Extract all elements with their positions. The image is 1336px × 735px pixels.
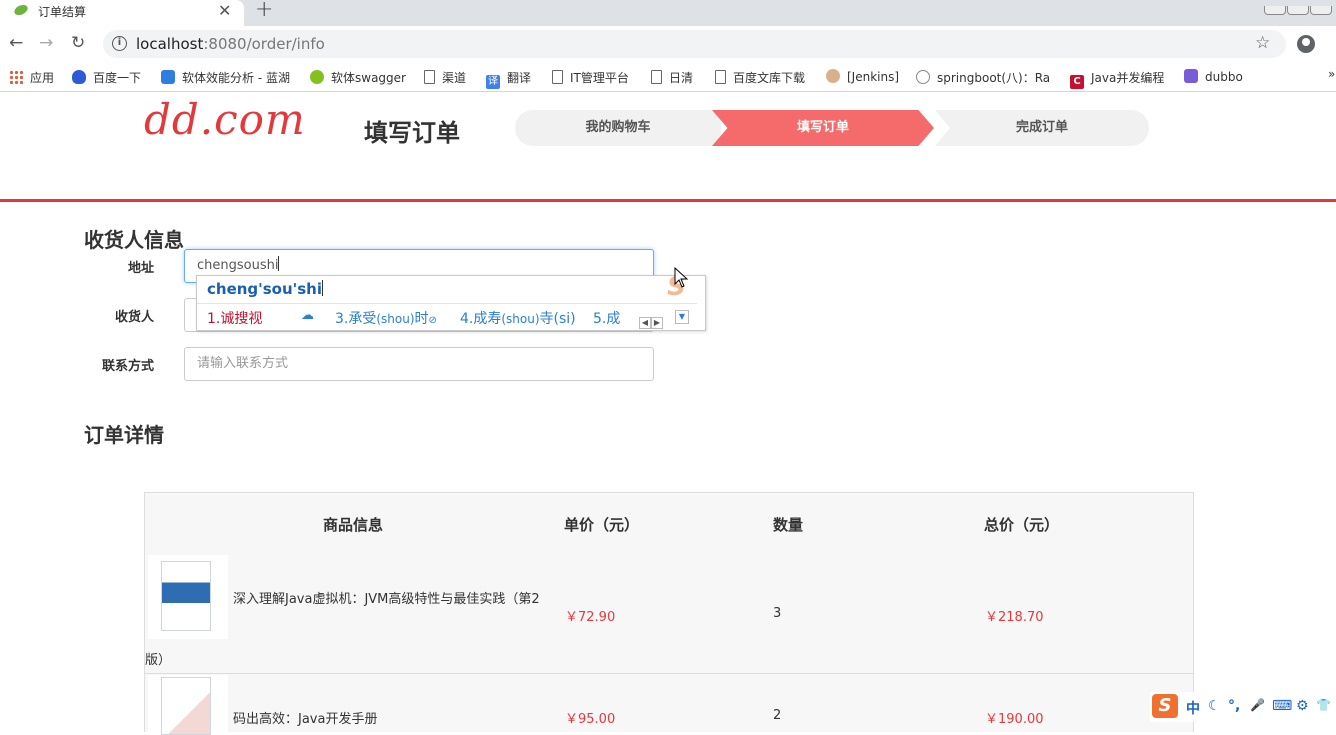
jenkins-icon (826, 69, 840, 83)
col-header-total: 总价（元） (984, 516, 1060, 534)
punctuation-icon[interactable]: °, (1228, 698, 1240, 714)
col-header-product: 商品信息 (323, 516, 384, 534)
ime-expand-icon[interactable]: ▼ (675, 310, 689, 324)
bookmark-it-platform[interactable]: IT管理平台 (552, 69, 629, 86)
bookmark-jenkins[interactable]: [Jenkins] (826, 69, 899, 84)
unit-price: ￥95.00 (565, 712, 616, 727)
keyboard-icon[interactable]: ⌨ (1272, 698, 1292, 714)
moon-icon[interactable]: ☾ (1208, 698, 1221, 714)
bookmark-swagger[interactable]: 软体swagger (310, 69, 406, 86)
quantity: 3 (773, 606, 782, 621)
microphone-icon[interactable]: 🎤 (1250, 698, 1265, 712)
browser-tab[interactable]: 订单结算 ✕ (0, 0, 244, 26)
address-label: 地址 (127, 261, 154, 276)
reload-icon[interactable]: ↻ (71, 33, 85, 53)
checkout-page: dd.com 填写订单 我的购物车 完成订单 填写订单 收货人信息 地址 che… (0, 93, 1336, 735)
receiver-section-title: 收货人信息 (84, 228, 184, 252)
mouse-cursor-icon (674, 267, 689, 288)
apps-grid-icon (9, 70, 23, 84)
new-tab-button[interactable]: + (255, 0, 273, 22)
springboot-icon (916, 70, 930, 84)
spring-leaf-icon (14, 4, 28, 16)
ime-mode-chinese[interactable]: 中 (1186, 698, 1200, 718)
cloud-icon[interactable]: ☁ (301, 308, 314, 323)
quantity: 2 (773, 708, 782, 723)
product-name-wrap: 版） (145, 653, 172, 668)
bookmark-riqing[interactable]: 日清 (651, 69, 693, 86)
baidu-paw-icon (72, 70, 86, 84)
ime-candidate[interactable]: 3.承受(shou)时⊘ (335, 308, 437, 328)
step-fill-order: 填写订单 (712, 110, 934, 146)
product-name[interactable]: 深入理解Java虚拟机：JVM高级特性与最佳实践（第2 (233, 588, 540, 607)
address-bar[interactable]: i localhost:8080/order/info ☆ (103, 30, 1286, 58)
url-text[interactable]: localhost:8080/order/info (136, 35, 325, 53)
next-page-icon: ▶ (651, 317, 663, 329)
ime-pinyin: cheng'sou'shi (207, 280, 324, 298)
settings-icon[interactable]: ⚙ (1296, 698, 1309, 714)
bookmark-java-concurrency[interactable]: C Java并发编程 (1070, 69, 1164, 89)
line-total: ￥218.70 (985, 610, 1044, 625)
site-info-icon[interactable]: i (112, 36, 127, 51)
browser-tabstrip: 订单结算 ✕ + (0, 0, 1336, 26)
bookmark-translate[interactable]: 译翻译 (486, 69, 531, 89)
ime-status-bar: S 中 ☾ °, 🎤 ⌨ ⚙ 👕 (1150, 692, 1336, 722)
bookmark-channel[interactable]: 渠道 (424, 69, 466, 86)
tab-close-icon[interactable]: ✕ (218, 1, 231, 20)
product-name[interactable]: 码出高效：Java开发手册 (233, 708, 377, 727)
product-thumbnail[interactable] (148, 675, 228, 735)
swagger-icon (310, 70, 324, 84)
order-table: 商品信息 单价（元） 数量 总价（元） 深入理解Java虚拟机：JVM高级特性与… (144, 492, 1194, 735)
ime-candidate[interactable]: 4.成寿(shou)寺(si) (460, 308, 576, 328)
product-thumbnail[interactable] (148, 555, 228, 639)
header-divider (0, 199, 1336, 202)
bookmark-lanhu[interactable]: 软体效能分析 - 蓝湖 (161, 69, 290, 86)
page-title: 填写订单 (364, 119, 460, 147)
prev-page-icon: ◀ (639, 317, 651, 329)
ime-candidate[interactable]: 5.成 (593, 308, 620, 328)
unit-price: ￥72.90 (565, 610, 616, 625)
col-header-qty: 数量 (773, 516, 804, 534)
sogou-icon[interactable]: S (1152, 694, 1178, 718)
profile-avatar-icon[interactable] (1297, 35, 1315, 53)
step-complete: 完成订单 (935, 110, 1149, 146)
phone-label: 联系方式 (101, 359, 154, 374)
window-controls[interactable] (1264, 0, 1336, 15)
bookmark-springboot[interactable]: springboot(八)：Ra (916, 69, 1050, 86)
bookmark-apps[interactable]: 应用 (9, 69, 54, 86)
translate-icon: 译 (486, 75, 500, 89)
dubbo-icon (1184, 69, 1198, 83)
step-cart[interactable]: 我的购物车 (515, 110, 721, 146)
bookmark-baidu[interactable]: 百度一下 (72, 69, 141, 86)
ime-candidate[interactable]: 1.诚搜视 (207, 308, 262, 328)
col-header-price: 单价（元） (564, 516, 640, 534)
document-icon (424, 70, 435, 84)
ime-candidate-window: cheng'sou'shi S 1.诚搜视 ☁ 3.承受(shou)时⊘ 4.成… (196, 272, 706, 331)
tab-title: 订单结算 (38, 5, 87, 19)
csdn-icon: C (1070, 75, 1084, 89)
forward-arrow-icon[interactable]: → (39, 33, 53, 53)
checkout-steps: 我的购物车 完成订单 填写订单 (515, 110, 1149, 146)
bookmark-star-icon[interactable]: ☆ (1255, 33, 1270, 53)
phone-input[interactable]: 请输入联系方式 (184, 347, 654, 381)
bookmark-dubbo[interactable]: dubbo (1184, 69, 1243, 84)
document-icon (715, 70, 726, 84)
ime-page-arrows[interactable]: ◀ ▶ (639, 310, 663, 329)
document-icon (552, 70, 563, 84)
line-total: ￥190.00 (985, 712, 1044, 727)
lanhu-icon (161, 70, 175, 84)
site-logo[interactable]: dd.com (144, 95, 306, 144)
browser-toolbar: ← → ↻ i localhost:8080/order/info ☆ (0, 26, 1336, 62)
bookmarks-overflow-icon[interactable]: » (1328, 67, 1335, 81)
skin-icon[interactable]: 👕 (1316, 698, 1331, 712)
back-arrow-icon[interactable]: ← (9, 33, 23, 53)
document-icon (651, 70, 662, 84)
order-section-title: 订单详情 (84, 423, 164, 447)
bookmark-wenku[interactable]: 百度文库下载 (715, 69, 805, 86)
bookmarks-bar: 应用 百度一下 软体效能分析 - 蓝湖 软体swagger 渠道 译翻译 IT管… (0, 62, 1336, 92)
receiver-name-label: 收货人 (114, 310, 154, 325)
